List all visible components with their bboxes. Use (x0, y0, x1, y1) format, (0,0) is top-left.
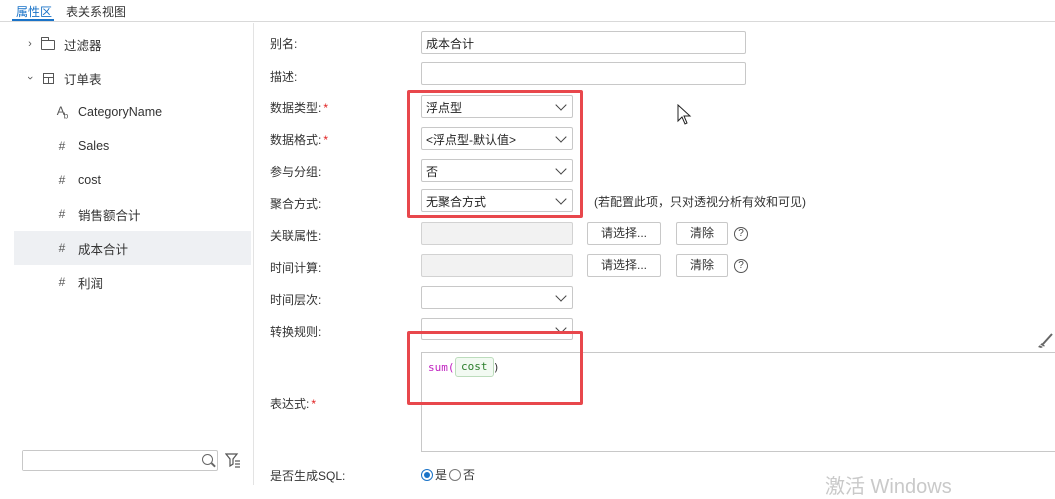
table-icon (38, 71, 58, 85)
alias-label: 别名: (270, 37, 298, 51)
grouping-select[interactable]: 否 (421, 159, 573, 182)
aggregation-select[interactable]: 无聚合方式 (421, 189, 573, 212)
chevron-right-icon[interactable]: › (22, 38, 38, 50)
number-field-icon: # (58, 275, 66, 289)
expression-field-chip[interactable]: cost (455, 357, 494, 377)
time-level-label: 时间层次: (270, 293, 322, 307)
tree-search-box (22, 450, 218, 471)
tree-item-label: Sales (78, 139, 110, 153)
tree-item-field[interactable]: # 销售额合计 (14, 197, 251, 231)
tree-item-order-table[interactable]: › 订单表 (14, 61, 251, 95)
chevron-down-icon[interactable]: › (24, 70, 36, 86)
tree-item-label: 过滤器 (64, 38, 102, 53)
time-calc-input (421, 254, 573, 277)
data-type-value: 浮点型 (426, 101, 463, 115)
time-calc-select-button[interactable]: 请选择... (587, 254, 661, 277)
help-icon[interactable]: ? (734, 259, 748, 273)
brush-icon[interactable] (1036, 331, 1054, 349)
data-type-select[interactable]: 浮点型 (421, 95, 573, 118)
grouping-value: 否 (426, 165, 439, 179)
radio-yes[interactable] (421, 468, 433, 481)
data-type-label: 数据类型: * (270, 101, 329, 115)
chevron-down-icon (555, 193, 567, 205)
conversion-rule-label: 转换规则: (270, 325, 322, 339)
radio-no-label: 否 (463, 468, 476, 482)
radio-no[interactable] (449, 468, 462, 481)
expression-editor[interactable]: sum( cost ) (421, 352, 1055, 452)
field-tree-panel: › 过滤器 › 订单表 Ab CategoryName # Sales # co… (0, 23, 254, 485)
aggregation-value: 无聚合方式 (426, 195, 487, 209)
mouse-cursor-icon (677, 104, 692, 125)
filter-icon[interactable] (225, 452, 241, 468)
tab-table-relations[interactable]: 表关系视图 (66, 3, 126, 20)
alias-input[interactable]: 成本合计 (421, 31, 746, 54)
chevron-down-icon (555, 99, 567, 111)
search-icon[interactable] (202, 454, 213, 465)
expression-label: 表达式: * (270, 397, 317, 411)
time-calc-clear-button[interactable]: 清除 (676, 254, 728, 277)
tree-search-input[interactable] (23, 451, 193, 470)
chevron-down-icon (555, 163, 567, 175)
conversion-rule-select[interactable] (421, 318, 573, 340)
description-input[interactable] (421, 62, 746, 85)
data-format-select[interactable]: <浮点型-默认值> (421, 127, 573, 150)
time-level-select[interactable] (421, 286, 573, 309)
related-attr-clear-button[interactable]: 清除 (676, 222, 728, 245)
related-attr-label: 关联属性: (270, 229, 322, 243)
tree-item-label: 订单表 (64, 72, 102, 87)
tree-item-filter[interactable]: › 过滤器 (14, 27, 251, 61)
grouping-label: 参与分组: (270, 165, 322, 179)
number-field-icon: # (58, 207, 66, 221)
aggregation-label: 聚合方式: (270, 197, 322, 211)
active-tab-indicator (12, 19, 54, 21)
related-attr-input (421, 222, 573, 245)
chevron-down-icon (555, 290, 567, 302)
expression-close-paren: ) (493, 361, 500, 374)
number-field-icon: # (58, 139, 66, 153)
chevron-down-icon (555, 322, 567, 334)
tree-item-label: CategoryName (78, 105, 163, 119)
tree-item-field[interactable]: # 利润 (14, 265, 251, 299)
data-format-label: 数据格式: * (270, 133, 329, 147)
number-field-icon: # (58, 173, 66, 187)
data-format-value: <浮点型-默认值> (426, 133, 517, 147)
generate-sql-label: 是否生成SQL: (270, 469, 346, 483)
related-attr-select-button[interactable]: 请选择... (587, 222, 661, 245)
tree-item-label: 销售额合计 (78, 208, 141, 223)
tree-item-label: cost (78, 173, 101, 187)
time-calc-label: 时间计算: (270, 261, 322, 275)
text-field-icon: Ab (56, 103, 69, 121)
tree-item-field[interactable]: Ab CategoryName (14, 95, 251, 129)
tree-item-field[interactable]: # cost (14, 163, 251, 197)
tree-item-field[interactable]: # Sales (14, 129, 251, 163)
generate-sql-radio-group: 是 否 (421, 466, 475, 483)
radio-yes-label: 是 (435, 468, 448, 482)
tab-properties[interactable]: 属性区 (16, 3, 52, 20)
aggregation-note: (若配置此项，只对透视分析有效和可见) (594, 195, 806, 209)
chevron-down-icon (555, 131, 567, 143)
help-icon[interactable]: ? (734, 227, 748, 241)
tree-item-label: 成本合计 (78, 242, 129, 257)
tab-bar: 属性区 表关系视图 (0, 0, 1055, 22)
expression-function: sum( (428, 361, 455, 374)
folder-icon (38, 36, 58, 51)
description-label: 描述: (270, 70, 298, 84)
tree-item-field-selected[interactable]: # 成本合计 (14, 231, 251, 265)
tree-item-label: 利润 (78, 276, 104, 291)
number-field-icon: # (58, 241, 66, 255)
